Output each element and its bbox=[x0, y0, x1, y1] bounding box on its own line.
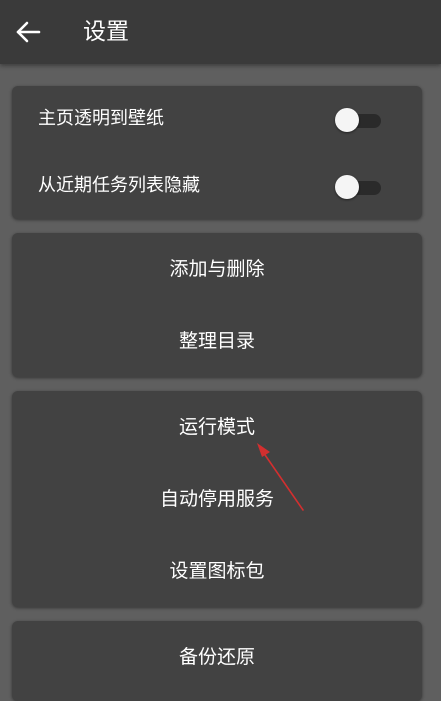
back-button[interactable] bbox=[8, 12, 48, 52]
advanced-card: 运行模式 自动停用服务 设置图标包 bbox=[12, 391, 422, 607]
backup-card: 备份还原 bbox=[12, 621, 422, 701]
run-mode-item[interactable]: 运行模式 bbox=[12, 391, 422, 463]
hide-from-recents-row[interactable]: 从近期任务列表隐藏 bbox=[12, 153, 422, 219]
transparent-wallpaper-switch[interactable] bbox=[335, 108, 383, 132]
app-bar: 设置 bbox=[0, 0, 441, 64]
toggle-settings-card: 主页透明到壁纸 从近期任务列表隐藏 bbox=[12, 86, 422, 219]
hide-from-recents-label: 从近期任务列表隐藏 bbox=[38, 175, 200, 196]
switch-thumb bbox=[335, 108, 359, 132]
page-title: 设置 bbox=[83, 19, 129, 45]
add-remove-item[interactable]: 添加与删除 bbox=[12, 233, 422, 305]
hide-from-recents-switch[interactable] bbox=[335, 175, 383, 199]
switch-thumb bbox=[335, 175, 359, 199]
organize-directory-item[interactable]: 整理目录 bbox=[12, 305, 422, 377]
transparent-wallpaper-row[interactable]: 主页透明到壁纸 bbox=[12, 86, 422, 152]
arrow-left-icon bbox=[16, 21, 41, 43]
icon-pack-item[interactable]: 设置图标包 bbox=[12, 535, 422, 607]
auto-disable-service-item[interactable]: 自动停用服务 bbox=[12, 463, 422, 535]
edit-card: 添加与删除 整理目录 bbox=[12, 233, 422, 377]
transparent-wallpaper-label: 主页透明到壁纸 bbox=[38, 108, 164, 129]
backup-restore-item[interactable]: 备份还原 bbox=[12, 621, 422, 693]
